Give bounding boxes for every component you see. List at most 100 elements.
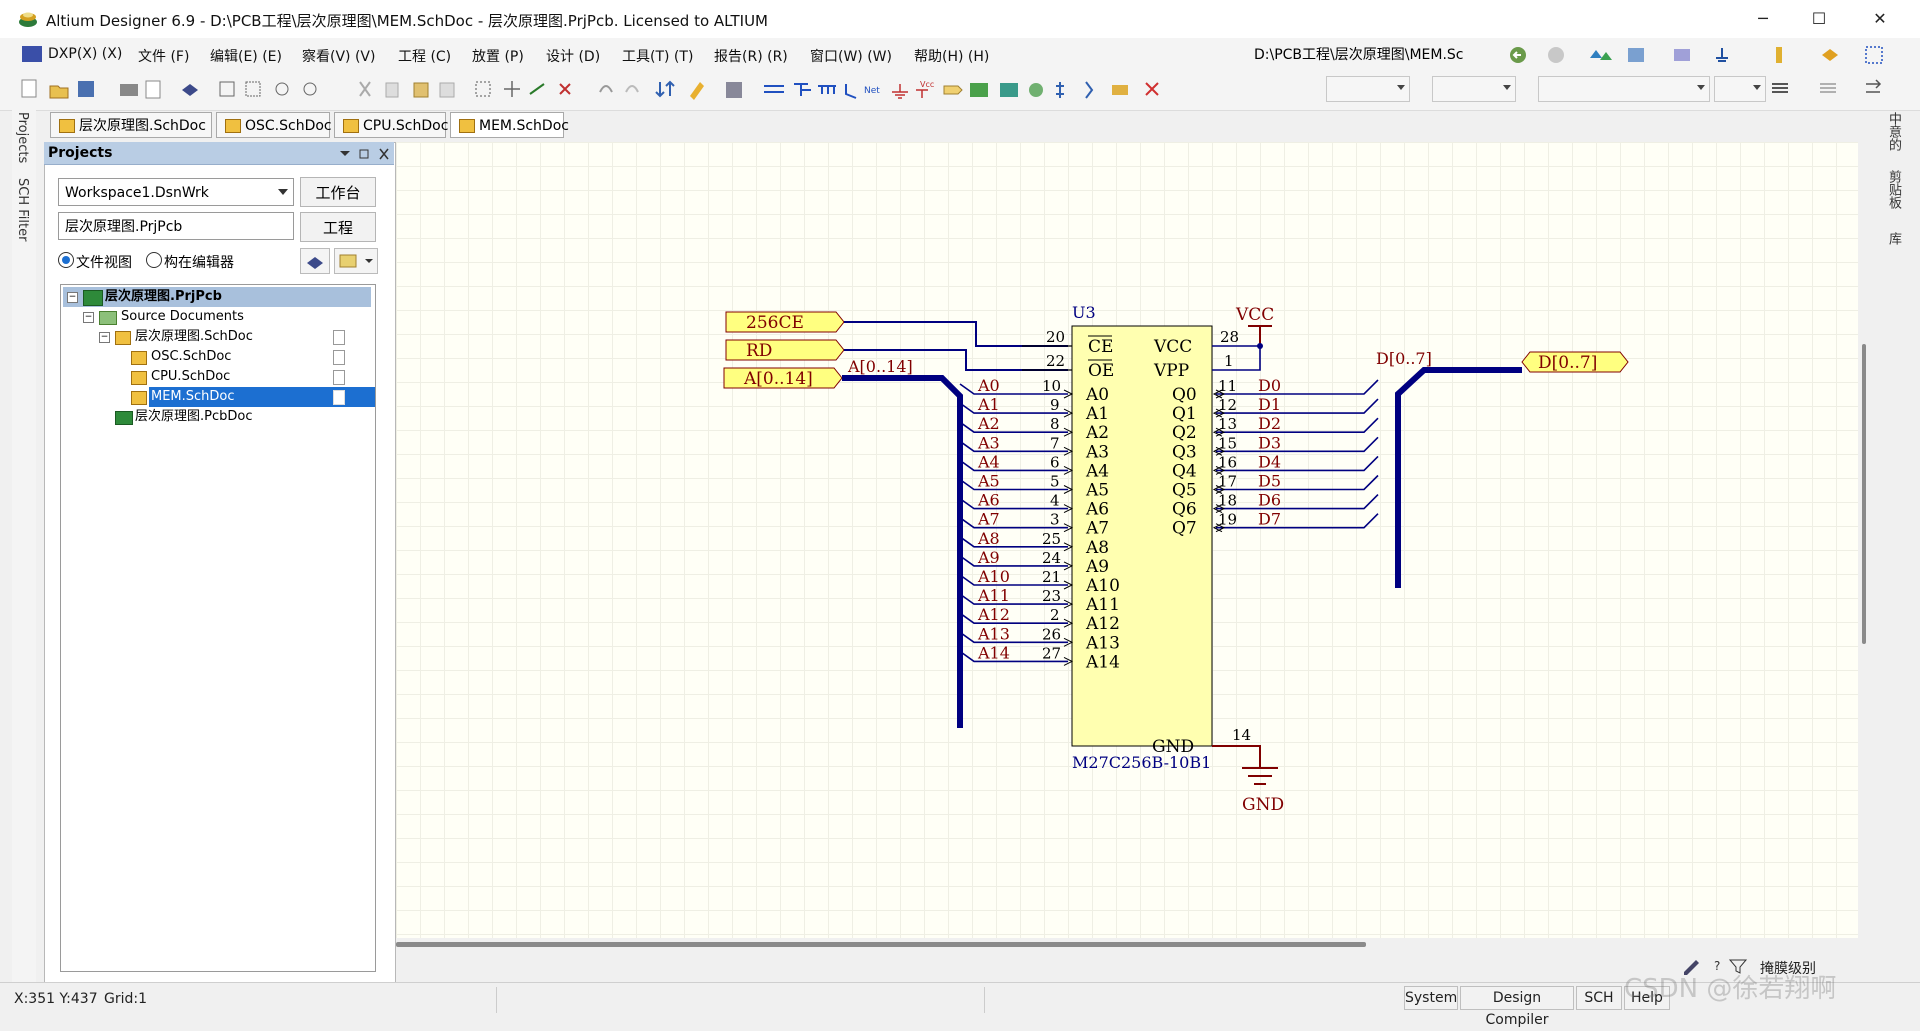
addr-pin-name: A11 xyxy=(1085,595,1120,615)
folder-icon xyxy=(99,311,117,325)
addr-pin-number: 7 xyxy=(1050,434,1060,452)
addr-pin-name: A6 xyxy=(1085,500,1109,520)
tab-osc[interactable]: OSC.SchDoc xyxy=(216,112,332,138)
tab-top-sheet[interactable]: 层次原理图.SchDoc xyxy=(50,112,212,138)
menu-tools[interactable]: 工具(T) (T) xyxy=(622,46,693,66)
project-field[interactable]: 层次原理图.PrjPcb xyxy=(58,212,294,240)
tree-pcb-label: 层次原理图.PcbDoc xyxy=(135,409,253,424)
workspace-select[interactable]: Workspace1.DsnWrk xyxy=(58,178,294,206)
minimize-button[interactable]: ─ xyxy=(1735,0,1791,38)
addr-net-label: A10 xyxy=(977,567,1010,586)
tree-pcb-row[interactable]: 层次原理图.PcbDoc xyxy=(63,407,371,427)
pin-oe-name: OE xyxy=(1088,361,1114,381)
document-path-dropdown[interactable]: D:\PCB工程\层次原理图\MEM.Sc xyxy=(1254,44,1500,66)
port-256ce[interactable]: 256CE xyxy=(725,311,845,333)
tab-cpu[interactable]: CPU.SchDoc xyxy=(334,112,448,138)
dxp-icon xyxy=(22,46,42,62)
design-compiler-button[interactable]: Design Compiler xyxy=(1460,986,1574,1028)
collapse-icon[interactable]: − xyxy=(67,292,78,303)
port-rd[interactable]: RD xyxy=(725,339,845,361)
pin-gnd-num: 14 xyxy=(1232,726,1251,744)
sheet-toolbar-icons[interactable] xyxy=(1626,44,1906,66)
tree-source-row[interactable]: − Source Documents xyxy=(63,307,371,327)
toolbar-combo-3[interactable] xyxy=(1538,76,1710,102)
title-bar: Altium Designer 6.9 - D:\PCB工程\层次原理图\MEM… xyxy=(0,0,1920,39)
tree-osc-row[interactable]: OSC.SchDoc xyxy=(63,347,371,367)
addr-pin-number: 8 xyxy=(1050,415,1060,433)
schematic-drawing[interactable]: 256CE RD A[0..14] D[0..7] A[0..14] U3 M2… xyxy=(396,142,1858,938)
port-addr[interactable]: A[0..14] xyxy=(723,367,843,389)
addr-pin-name: A10 xyxy=(1085,576,1120,596)
chevron-down-icon[interactable] xyxy=(278,189,288,195)
file-view-radio[interactable] xyxy=(58,252,74,268)
tree-mem-row[interactable]: MEM.SchDoc xyxy=(63,387,375,407)
toolbar-combo-2[interactable] xyxy=(1432,76,1516,102)
addr-net-label: A13 xyxy=(977,624,1010,643)
addr-pin-name: A1 xyxy=(1085,404,1109,424)
pin-gnd-name: GND xyxy=(1152,737,1194,757)
projects-side-tab[interactable]: Projects xyxy=(15,112,30,163)
maximize-button[interactable]: ☐ xyxy=(1791,0,1847,38)
vertical-scrollbar[interactable] xyxy=(1862,344,1866,644)
tree-top-sheet-row[interactable]: − 层次原理图.SchDoc xyxy=(63,327,371,347)
tab-mem[interactable]: MEM.SchDoc xyxy=(450,112,569,138)
tab-label: MEM.SchDoc xyxy=(479,118,569,134)
addr-pin-number: 4 xyxy=(1050,492,1060,510)
tree-cpu-row[interactable]: CPU.SchDoc xyxy=(63,367,371,387)
toolbar-icons[interactable]: Net Vcc xyxy=(20,78,1200,100)
tree-source-label: Source Documents xyxy=(121,309,244,324)
right-panel-tabs: 中意的 剪贴板 库 xyxy=(1880,108,1908,268)
collapse-icon[interactable]: − xyxy=(83,312,94,323)
data-net-label: D4 xyxy=(1258,452,1281,471)
data-net-label: D5 xyxy=(1258,472,1281,491)
compile-icon[interactable] xyxy=(300,248,330,274)
schematic-canvas[interactable]: 256CE RD A[0..14] D[0..7] A[0..14] U3 M2… xyxy=(396,142,1858,938)
system-button[interactable]: System xyxy=(1404,986,1458,1010)
menu-edit[interactable]: 编辑(E) (E) xyxy=(210,46,282,66)
menu-file[interactable]: 文件 (F) xyxy=(138,46,189,66)
pin-vpp-name: VPP xyxy=(1153,361,1189,381)
sch-doc-icon xyxy=(459,119,475,133)
menu-dxp[interactable]: DXP(X) (X) xyxy=(48,46,122,62)
library-side-tab[interactable]: 库 xyxy=(1884,232,1903,245)
addr-pin-number: 6 xyxy=(1050,453,1060,471)
project-button[interactable]: 工程 xyxy=(300,212,376,242)
horizontal-scrollbar[interactable] xyxy=(396,940,1858,950)
menu-window[interactable]: 窗口(W) (W) xyxy=(810,46,892,66)
menu-reports[interactable]: 报告(R) (R) xyxy=(714,46,788,66)
close-button[interactable]: ✕ xyxy=(1852,0,1908,38)
sch-filter-side-tab[interactable]: SCH Filter xyxy=(15,178,30,241)
struct-editor-radio[interactable] xyxy=(146,252,162,268)
toolbar-combo-1[interactable] xyxy=(1326,76,1410,102)
menu-design[interactable]: 设计 (D) xyxy=(546,46,600,66)
menu-place[interactable]: 放置 (P) xyxy=(472,46,524,66)
addr-net-label: A14 xyxy=(977,643,1010,662)
addr-net-label: A4 xyxy=(977,452,1000,471)
panel-header-icons[interactable] xyxy=(338,147,392,161)
data-pin-name: Q7 xyxy=(1172,519,1197,539)
data-pin-number: 19 xyxy=(1218,511,1237,529)
port-rd-label: RD xyxy=(746,341,772,361)
collapse-icon[interactable]: − xyxy=(99,332,110,343)
menu-view[interactable]: 察看(V) (V) xyxy=(302,46,375,66)
workspace-button[interactable]: 工作台 xyxy=(300,177,376,207)
addr-pin-number: 26 xyxy=(1042,625,1061,643)
tree-root-label: 层次原理图.PrjPcb xyxy=(105,289,222,304)
menu-project[interactable]: 工程 (C) xyxy=(398,46,451,66)
wire-ce xyxy=(844,321,1068,347)
align-icons[interactable] xyxy=(1770,78,1890,98)
menu-help[interactable]: 帮助(H) (H) xyxy=(914,46,989,66)
favorites-side-tab[interactable]: 中意的 xyxy=(1884,112,1903,151)
clipboard-side-tab[interactable]: 剪贴板 xyxy=(1884,170,1903,209)
data-pin-number: 11 xyxy=(1218,377,1237,395)
data-wire xyxy=(1216,398,1379,414)
vcc-label: VCC xyxy=(1235,305,1274,325)
project-options-icon[interactable] xyxy=(334,248,378,274)
tree-top-sheet-label: 层次原理图.SchDoc xyxy=(135,329,253,344)
toolbar-combo-4[interactable] xyxy=(1714,76,1766,102)
port-data[interactable]: D[0..7] xyxy=(1521,351,1629,373)
sch-doc-icon xyxy=(343,119,359,133)
port-addr-label: A[0..14] xyxy=(743,369,813,389)
sch-button[interactable]: SCH xyxy=(1576,986,1622,1010)
tree-root-row[interactable]: − 层次原理图.PrjPcb xyxy=(63,287,371,307)
